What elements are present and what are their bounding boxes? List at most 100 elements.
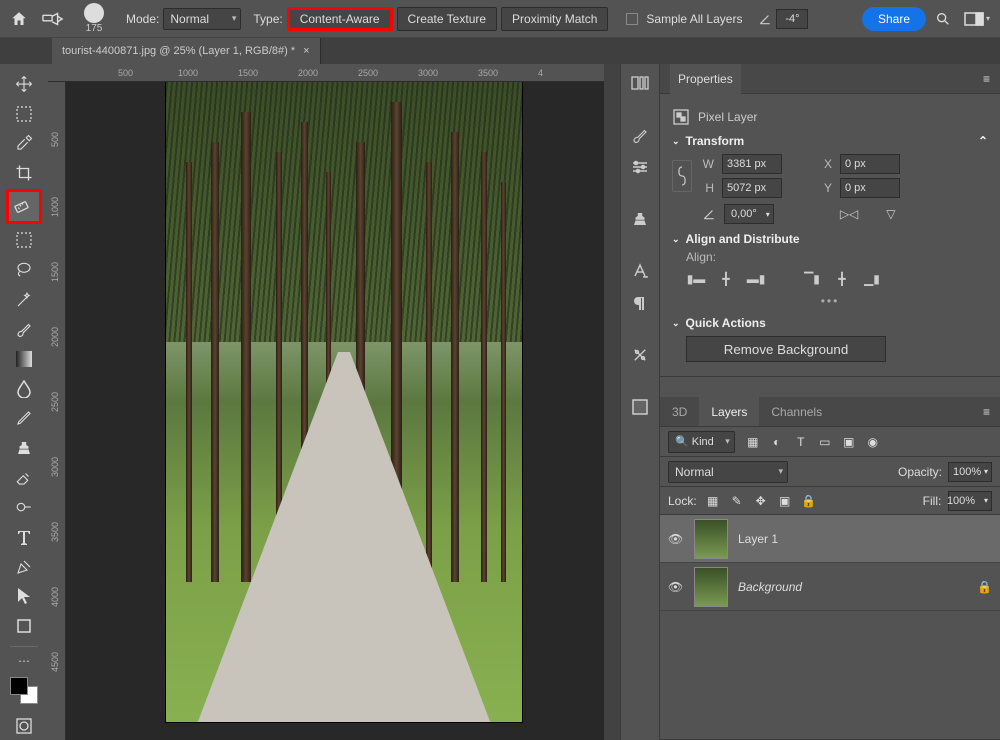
x-input[interactable] [840, 154, 900, 174]
tool-preset-icon[interactable] [36, 6, 70, 32]
blur-tool[interactable] [10, 375, 38, 403]
w-input[interactable] [722, 154, 782, 174]
pen-tool[interactable] [10, 553, 38, 581]
type-tool[interactable] [10, 523, 38, 551]
filter-toggle-icon[interactable]: ◉ [865, 435, 881, 449]
fg-color[interactable] [10, 677, 28, 695]
home-icon[interactable] [6, 6, 32, 32]
type-content-aware-button[interactable]: Content-Aware [287, 7, 393, 31]
type-create-texture-button[interactable]: Create Texture [397, 7, 498, 31]
crop-tool[interactable] [10, 159, 38, 187]
filter-pixel-icon[interactable]: ▦ [745, 435, 761, 449]
tab-layers[interactable]: Layers [699, 397, 759, 426]
link-wh-icon[interactable] [672, 160, 692, 192]
more-tools[interactable]: ⋯ [10, 653, 38, 669]
eyedropper-tool[interactable] [10, 129, 38, 157]
clone-source-panel-icon[interactable] [627, 206, 653, 232]
align-center-h-icon[interactable]: ╋ [716, 270, 736, 288]
visibility-icon[interactable]: 👁 [668, 580, 684, 594]
layer-row[interactable]: 👁 Layer 1 [660, 515, 1000, 563]
scrollbar-vertical[interactable] [604, 64, 620, 740]
brushes-panel-icon[interactable] [627, 122, 653, 148]
flip-h-icon[interactable]: ▷◁ [840, 207, 858, 221]
quick-actions-section[interactable]: ⌄ Quick Actions [672, 316, 988, 330]
lock-icon[interactable]: 🔒 [977, 580, 992, 594]
filter-shape-icon[interactable]: ▭ [817, 435, 833, 449]
dodge-tool[interactable] [10, 493, 38, 521]
modifiers-panel-icon[interactable] [627, 342, 653, 368]
move-tool[interactable] [10, 70, 38, 98]
lock-paint-icon[interactable]: ✎ [729, 494, 745, 508]
shape-tool[interactable] [10, 612, 38, 640]
sample-all-checkbox[interactable] [626, 13, 638, 25]
layer-thumbnail[interactable] [694, 519, 728, 559]
marquee-tool[interactable] [10, 100, 38, 128]
opacity-input[interactable]: 100% [948, 462, 992, 482]
blend-mode-select[interactable]: Normal [668, 461, 788, 483]
adjustments-panel-icon[interactable] [627, 154, 653, 180]
ruler-horizontal[interactable]: 500 1000 1500 2000 2500 3000 3500 4 [48, 64, 604, 82]
layer-name[interactable]: Background [738, 580, 802, 594]
more-options-icon[interactable]: ••• [672, 294, 988, 308]
properties-tab[interactable]: Properties [670, 64, 741, 94]
clone-stamp-tool[interactable] [10, 434, 38, 462]
align-section[interactable]: ⌄ Align and Distribute [672, 232, 988, 246]
layer-row[interactable]: 👁 Background 🔒 [660, 563, 1000, 611]
type-proximity-button[interactable]: Proximity Match [501, 7, 608, 31]
canvas[interactable] [66, 82, 604, 740]
gradient-tool[interactable] [10, 345, 38, 373]
lock-artboard-icon[interactable]: ▣ [777, 494, 793, 508]
collapse-icon[interactable]: ⌃ [978, 134, 988, 148]
filter-type-icon[interactable]: T [793, 435, 809, 449]
layer-thumbnail[interactable] [694, 567, 728, 607]
ruler-h-tick: 3500 [478, 68, 498, 78]
libraries-panel-icon[interactable] [627, 394, 653, 420]
align-center-v-icon[interactable]: ╋ [832, 270, 852, 288]
filter-kind-select[interactable]: 🔍 Kind [668, 431, 735, 453]
layers-menu-icon[interactable]: ≡ [973, 397, 1000, 426]
brush-tool[interactable] [10, 315, 38, 343]
align-right-icon[interactable]: ▬▮ [746, 270, 766, 288]
mode-select[interactable]: Normal [163, 8, 241, 30]
filter-adjust-icon[interactable]: ◐ [769, 435, 785, 449]
character-panel-icon[interactable] [627, 258, 653, 284]
paragraph-panel-icon[interactable] [627, 290, 653, 316]
color-swatch[interactable] [10, 677, 38, 705]
panel-menu-icon[interactable]: ≡ [983, 72, 990, 86]
align-top-icon[interactable]: ▔▮ [802, 270, 822, 288]
tab-channels[interactable]: Channels [759, 397, 834, 426]
frame-tool[interactable] [10, 226, 38, 254]
h-input[interactable] [722, 178, 782, 198]
tab-3d[interactable]: 3D [660, 397, 699, 426]
visibility-icon[interactable]: 👁 [668, 532, 684, 546]
quickmask-toggle[interactable] [10, 712, 38, 740]
pencil-tool[interactable] [10, 404, 38, 432]
fill-input[interactable]: 100% [948, 491, 992, 511]
lasso-tool[interactable] [10, 256, 38, 284]
filter-smart-icon[interactable]: ▣ [841, 435, 857, 449]
search-icon[interactable] [930, 6, 956, 32]
wand-tool[interactable] [10, 286, 38, 314]
share-button[interactable]: Share [862, 7, 926, 31]
ruler-vertical[interactable]: 500 1000 1500 2000 2500 3000 3500 4000 4… [48, 82, 66, 740]
document-tab[interactable]: tourist-4400871.jpg @ 25% (Layer 1, RGB/… [52, 38, 321, 64]
lock-transparent-icon[interactable]: ▦ [705, 494, 721, 508]
close-tab-icon[interactable]: × [303, 45, 309, 57]
y-input[interactable] [840, 178, 900, 198]
brush-size-control[interactable]: 175 [74, 3, 114, 34]
angle-input[interactable] [776, 9, 808, 29]
workspace-icon[interactable]: ▾ [960, 6, 994, 32]
lock-position-icon[interactable]: ✥ [753, 494, 769, 508]
lock-all-icon[interactable]: 🔒 [801, 494, 817, 508]
layer-name[interactable]: Layer 1 [738, 532, 778, 546]
flip-v-icon[interactable]: ▽ [886, 207, 895, 221]
align-bottom-icon[interactable]: ▁▮ [862, 270, 882, 288]
healing-brush-tool[interactable] [6, 189, 42, 225]
path-select-tool[interactable] [10, 582, 38, 610]
remove-background-button[interactable]: Remove Background [686, 336, 886, 362]
eraser-tool[interactable] [10, 464, 38, 492]
angle-select[interactable]: 0,00° [724, 204, 774, 224]
align-left-icon[interactable]: ▮▬ [686, 270, 706, 288]
color-panel-icon[interactable] [627, 70, 653, 96]
transform-section[interactable]: ⌄ Transform ⌃ [672, 134, 988, 148]
